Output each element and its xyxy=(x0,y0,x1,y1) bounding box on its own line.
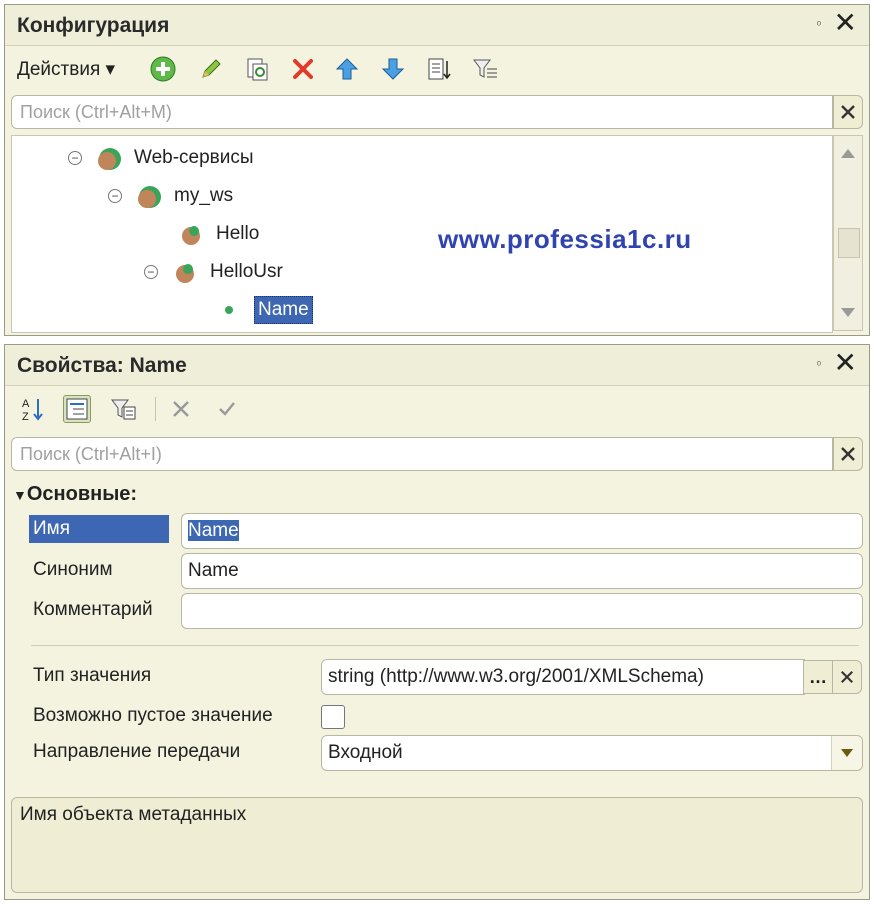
categorize-icon[interactable] xyxy=(63,395,91,423)
scrollbar-thumb[interactable] xyxy=(838,228,860,258)
pin-icon[interactable]: ᵒ xyxy=(817,19,821,31)
synonym-label: Синоним xyxy=(33,559,113,580)
close-icon[interactable]: ✕ xyxy=(834,349,857,377)
collapse-icon[interactable]: − xyxy=(108,189,122,203)
synonym-field-value: Name xyxy=(188,560,239,581)
collapse-icon[interactable]: − xyxy=(68,151,82,165)
parameter-dot-icon xyxy=(225,306,233,314)
tree-scrollbar[interactable] xyxy=(833,135,863,331)
delete-icon[interactable] xyxy=(289,55,317,83)
config-titlebar: Конфигурация ᵒ ✕ xyxy=(5,5,869,46)
type-field-value: string (http://www.w3.org/2001/XMLSchema… xyxy=(328,666,704,687)
close-icon[interactable]: ✕ xyxy=(834,9,857,37)
config-title: Конфигурация xyxy=(17,14,170,37)
dropdown-arrow-icon[interactable] xyxy=(831,736,862,770)
configuration-panel: Конфигурация ᵒ ✕ Действия ▾ Поиск (Ctrl+… xyxy=(4,4,870,336)
props-title: Свойства: Name xyxy=(17,354,187,377)
edit-pencil-icon[interactable] xyxy=(197,55,225,83)
props-search-box[interactable] xyxy=(11,437,833,471)
comment-field[interactable] xyxy=(181,593,863,629)
type-select-button[interactable]: … xyxy=(803,660,833,694)
section-header-main[interactable]: ▼Основные: xyxy=(13,483,137,506)
property-description: Имя объекта метаданных xyxy=(20,804,247,825)
add-icon[interactable] xyxy=(149,55,177,83)
sort-alphabet-icon[interactable]: AZ xyxy=(19,395,47,423)
operation-icon xyxy=(176,264,194,283)
tree-node-my-ws[interactable]: − my_ws xyxy=(108,180,233,212)
filter-props-icon[interactable] xyxy=(109,395,137,423)
properties-panel: Свойства: Name ᵒ ✕ AZ ▼Основные: Имя Nam… xyxy=(4,344,870,900)
clear-x-icon xyxy=(841,447,855,461)
tree-node-web-services[interactable]: − Web-сервисы xyxy=(68,142,254,174)
sort-list-icon[interactable] xyxy=(425,55,453,83)
tree-node-hellousr[interactable]: − HelloUsr xyxy=(144,256,283,288)
clear-x-icon xyxy=(841,671,853,683)
tree-label: my_ws xyxy=(174,185,234,206)
watermark-text: www.professia1c.ru xyxy=(438,224,692,254)
clear-x-icon xyxy=(841,105,855,119)
svg-text:A: A xyxy=(22,398,30,410)
name-label: Имя xyxy=(29,515,169,543)
tree-node-name[interactable]: Name xyxy=(224,294,313,326)
move-up-icon[interactable] xyxy=(333,55,361,83)
apply-check-icon[interactable] xyxy=(213,395,241,423)
toolbar-separator xyxy=(155,397,156,421)
ellipsis-icon: … xyxy=(809,666,827,687)
config-toolbar: Действия ▾ xyxy=(5,49,869,89)
tree-label: HelloUsr xyxy=(210,261,283,282)
config-tree[interactable]: − Web-сервисы − my_ws Hello − HelloUsr N… xyxy=(11,135,833,333)
tree-label: Web-сервисы xyxy=(134,147,254,168)
tree-label: Hello xyxy=(216,223,260,244)
property-description-box: Имя объекта метаданных xyxy=(11,797,863,893)
props-titlebar: Свойства: Name ᵒ ✕ xyxy=(5,345,869,386)
direction-select-value: Входной xyxy=(328,742,403,763)
nullable-label: Возможно пустое значение xyxy=(33,705,273,726)
type-clear-button[interactable] xyxy=(832,660,862,694)
tree-node-hello[interactable]: Hello xyxy=(178,218,259,250)
type-field[interactable]: string (http://www.w3.org/2001/XMLSchema… xyxy=(321,659,805,695)
props-search-input[interactable] xyxy=(12,438,832,470)
copy-icon[interactable] xyxy=(243,55,271,83)
actions-menu-button[interactable]: Действия ▾ xyxy=(17,58,115,81)
collapse-triangle-icon[interactable]: ▼ xyxy=(13,487,27,503)
scroll-down-arrow-icon[interactable] xyxy=(834,298,862,326)
nullable-checkbox[interactable] xyxy=(321,705,345,729)
clear-props-search-button[interactable] xyxy=(833,437,863,471)
cancel-icon[interactable] xyxy=(167,395,195,423)
section-label: Основные: xyxy=(26,483,138,505)
synonym-field[interactable]: Name xyxy=(181,553,863,589)
name-field-value: Name xyxy=(188,520,239,541)
web-service-group-icon xyxy=(98,148,121,170)
tree-label-selected: Name xyxy=(254,296,313,324)
svg-text:Z: Z xyxy=(22,411,29,423)
section-divider xyxy=(31,645,859,646)
clear-search-button[interactable] xyxy=(833,95,863,129)
collapse-icon[interactable]: − xyxy=(144,265,158,279)
move-down-icon[interactable] xyxy=(379,55,407,83)
comment-label: Комментарий xyxy=(33,599,153,620)
scroll-up-arrow-icon[interactable] xyxy=(834,140,862,168)
web-service-icon xyxy=(138,186,161,208)
name-field[interactable]: Name xyxy=(181,513,863,549)
type-label: Тип значения xyxy=(33,665,152,686)
config-search-box[interactable] xyxy=(11,95,833,129)
props-toolbar: AZ xyxy=(5,389,869,429)
config-search-input[interactable] xyxy=(12,96,832,128)
operation-icon xyxy=(182,226,200,245)
direction-label: Направление передачи xyxy=(33,741,241,762)
direction-select[interactable]: Входной xyxy=(321,735,863,771)
filter-icon[interactable] xyxy=(471,55,499,83)
pin-icon[interactable]: ᵒ xyxy=(817,359,821,371)
